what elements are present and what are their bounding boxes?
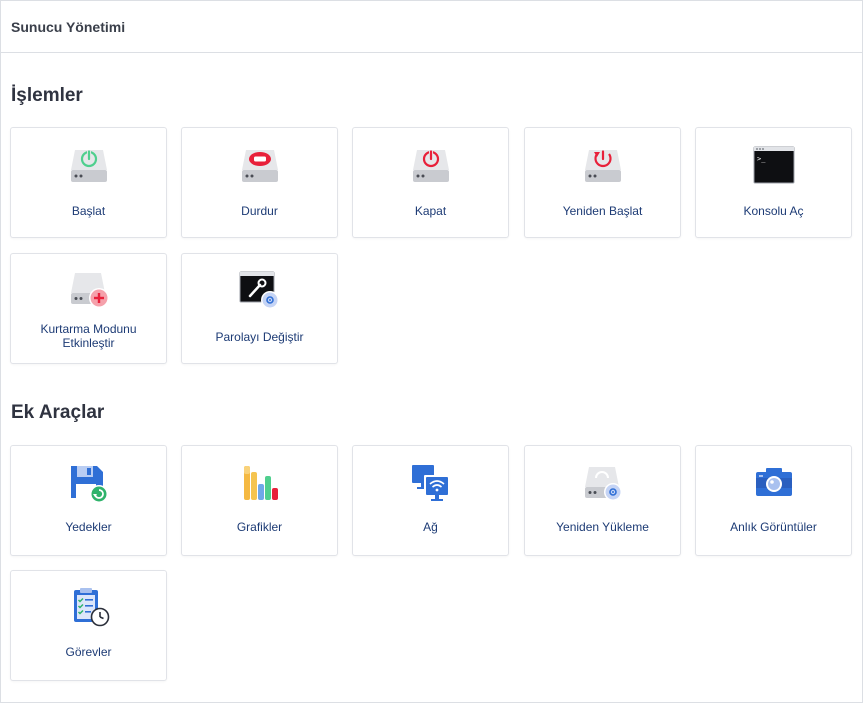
section-title-operations: İşlemler — [11, 85, 83, 106]
tile-label: Yeniden Yükleme — [556, 520, 649, 534]
tile-tasks[interactable]: Görevler — [10, 570, 167, 681]
tile-reinstall[interactable]: Yeniden Yükleme — [524, 445, 681, 556]
tile-label: Başlat — [71, 204, 106, 218]
tile-label: Görevler — [65, 645, 112, 659]
tile-label: Yeniden Başlat — [562, 204, 643, 218]
tile-rescue-mode[interactable]: Kurtarma Modunu Etkinleştir — [10, 253, 167, 364]
panel-title: Sunucu Yönetimi — [11, 18, 126, 35]
tile-label: Durdur — [241, 204, 278, 218]
tile-label: Grafikler — [236, 520, 283, 534]
tile-label: Konsolu Aç — [743, 204, 804, 218]
snapshot-camera-icon — [755, 468, 792, 496]
server-management-panel: Sunucu Yönetimi İşlemler Başlat Durdur K… — [0, 0, 863, 703]
tile-console[interactable]: >_ Konsolu Aç — [695, 127, 852, 238]
restart-server-icon — [584, 150, 621, 182]
tile-start[interactable]: Başlat — [10, 127, 167, 238]
tile-label: Kurtarma Modunu Etkinleştir — [40, 322, 137, 350]
svg-text:>_: >_ — [757, 155, 766, 163]
change-password-icon — [239, 271, 279, 309]
panel-header: Sunucu Yönetimi — [1, 1, 862, 53]
graphs-icon — [243, 466, 278, 500]
tasks-clipboard-icon — [73, 588, 109, 627]
tile-label: Kapat — [414, 204, 447, 218]
backup-icon — [70, 466, 108, 503]
tile-label: Yedekler — [65, 520, 112, 534]
tile-shutdown[interactable]: Kapat — [352, 127, 509, 238]
tile-label: Ağ — [423, 520, 438, 534]
section-title-tools: Ek Araçlar — [11, 402, 105, 423]
reinstall-icon — [584, 467, 622, 501]
tile-backups[interactable]: Yedekler — [10, 445, 167, 556]
rescue-mode-icon — [70, 273, 109, 308]
console-icon: >_ — [753, 146, 794, 184]
tile-stop[interactable]: Durdur — [181, 127, 338, 238]
stop-server-icon — [241, 150, 278, 182]
shutdown-server-icon — [412, 150, 449, 182]
network-icon — [411, 465, 450, 501]
tile-snapshots[interactable]: Anlık Görüntüler — [695, 445, 852, 556]
tile-label: Parolayı Değiştir — [215, 330, 304, 344]
tile-label: Anlık Görüntüler — [730, 520, 817, 534]
tile-graphs[interactable]: Grafikler — [181, 445, 338, 556]
tile-restart[interactable]: Yeniden Başlat — [524, 127, 681, 238]
power-on-server-icon — [70, 150, 107, 182]
tile-change-password[interactable]: Parolayı Değiştir — [181, 253, 338, 364]
tile-network[interactable]: Ağ — [352, 445, 509, 556]
